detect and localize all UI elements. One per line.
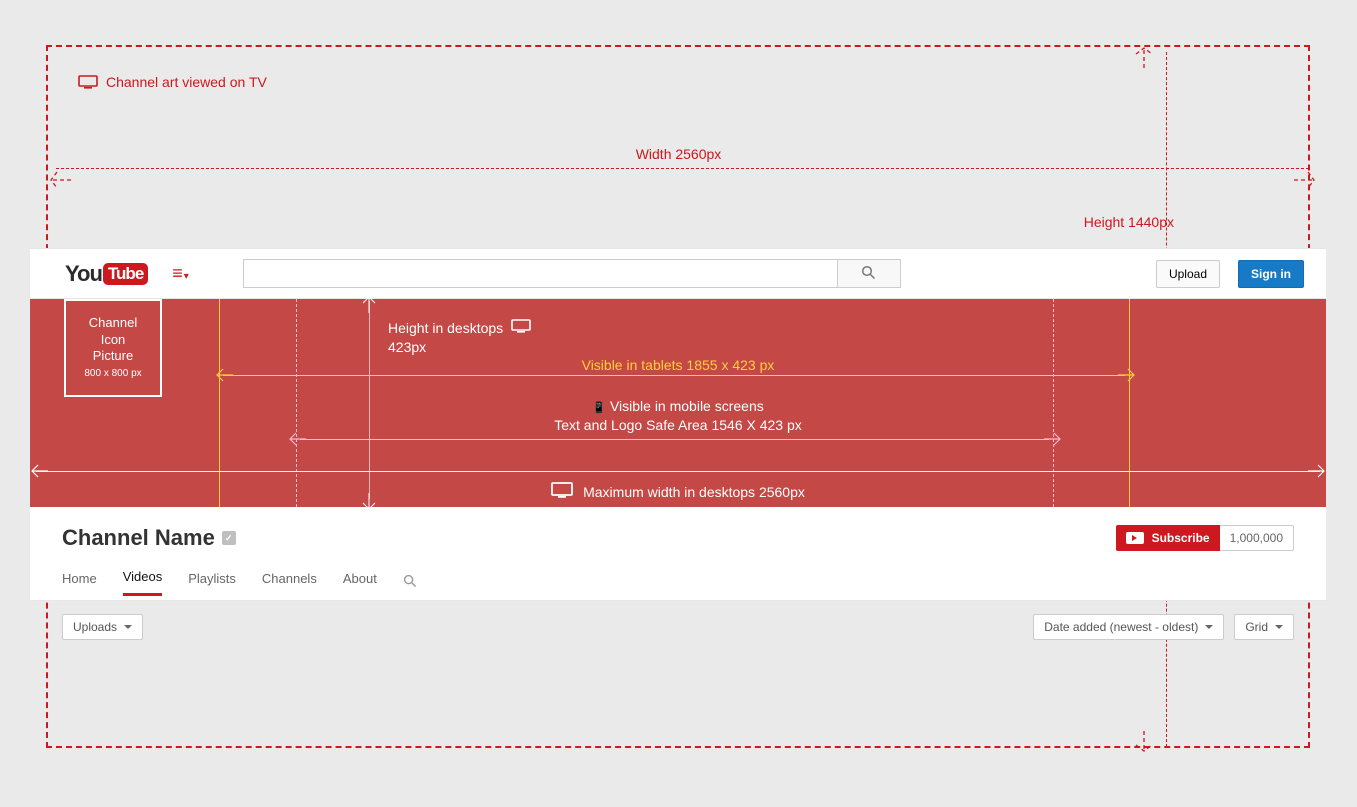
layout-dropdown[interactable]: Grid (1234, 614, 1294, 640)
tv-icon (78, 75, 98, 89)
arrow-right-icon (1292, 168, 1316, 192)
channel-icon-placeholder: Channel Icon Picture 800 x 800 px (64, 299, 162, 397)
channel-tabs: Home Videos Playlists Channels About (30, 551, 1326, 596)
search-input[interactable] (243, 259, 837, 288)
height-dimension-label: Height 1440px (1084, 214, 1174, 230)
subscriber-count: 1,000,000 (1220, 525, 1294, 551)
tab-search-icon[interactable] (403, 574, 417, 591)
mobile-safe-l2: Text and Logo Safe Area 1546 X 423 px (30, 416, 1326, 435)
signin-button[interactable]: Sign in (1238, 260, 1304, 288)
play-icon (1126, 532, 1144, 544)
search-icon (861, 265, 876, 283)
mobile-icon: 📱 (592, 402, 606, 414)
arrow-up-icon (1132, 46, 1156, 70)
arrow-right-pink-icon (1042, 429, 1062, 449)
subscribe-button[interactable]: Subscribe (1116, 525, 1220, 551)
arrow-right-yellow-icon (1116, 365, 1136, 385)
arrow-left-white-icon (30, 461, 50, 481)
caret-down-icon (1205, 625, 1213, 629)
sort-label: Date added (newest - oldest) (1044, 620, 1198, 634)
mobile-safe-l1: Visible in mobile screens (610, 398, 764, 414)
arrow-left-yellow-icon (215, 365, 235, 385)
arrow-down-icon (1132, 729, 1156, 753)
mobile-safe-label: 📱 Visible in mobile screens Text and Logo… (30, 397, 1326, 435)
search-form (243, 259, 901, 288)
tv-caption-text: Channel art viewed on TV (106, 74, 267, 90)
desktop-height-l1: Height in desktops (388, 319, 503, 338)
tab-playlists[interactable]: Playlists (188, 571, 236, 595)
subscribe-group: Subscribe 1,000,000 (1116, 525, 1294, 551)
logo-tube: Tube (103, 263, 148, 285)
caret-down-icon (1275, 625, 1283, 629)
tab-about[interactable]: About (343, 571, 377, 595)
arrow-left-pink-icon (288, 429, 308, 449)
upload-button[interactable]: Upload (1156, 260, 1220, 288)
layout-label: Grid (1245, 620, 1268, 634)
desktop-icon (551, 482, 573, 501)
guide-menu-icon[interactable]: ≡▾ (166, 263, 195, 284)
tablet-span-line (223, 375, 1125, 376)
tab-videos[interactable]: Videos (123, 569, 163, 596)
tv-caption: Channel art viewed on TV (78, 74, 267, 90)
desktop-icon (511, 319, 531, 338)
tab-home[interactable]: Home (62, 571, 97, 595)
topbar: You Tube ≡▾ Upload Sign in (30, 248, 1326, 299)
max-width-label: Maximum width in desktops 2560px (30, 482, 1326, 501)
uploads-label: Uploads (73, 620, 117, 634)
desktop-height-l2: 423px (388, 338, 531, 357)
max-width-line (36, 471, 1320, 472)
width-dimension-label: Width 2560px (0, 146, 1357, 162)
channel-art-banner: Channel Icon Picture 800 x 800 px Height… (30, 299, 1326, 507)
uploads-dropdown[interactable]: Uploads (62, 614, 143, 640)
channel-name: Channel Name (62, 525, 236, 551)
width-dimension-line (56, 168, 1309, 169)
max-width-text: Maximum width in desktops 2560px (583, 484, 805, 500)
video-filters-bar: Uploads Date added (newest - oldest) Gri… (30, 601, 1326, 653)
desktop-height-label: Height in desktops 423px (388, 319, 531, 357)
safe-span-line (300, 439, 1049, 440)
verified-icon (222, 531, 236, 545)
arrow-right-white-icon (1306, 461, 1326, 481)
channel-icon-l1: Channel (89, 315, 137, 331)
search-button[interactable] (837, 259, 901, 288)
arrow-up-small-icon (359, 295, 379, 315)
channel-header: Channel Name Subscribe 1,000,000 Home Vi… (30, 507, 1326, 601)
sort-dropdown[interactable]: Date added (newest - oldest) (1033, 614, 1224, 640)
channel-name-text: Channel Name (62, 525, 215, 551)
caret-down-icon (124, 625, 132, 629)
logo-you: You (65, 261, 102, 287)
channel-icon-l2: Icon (101, 332, 126, 348)
arrow-left-icon (49, 168, 73, 192)
subscribe-text: Subscribe (1152, 531, 1210, 545)
tab-channels[interactable]: Channels (262, 571, 317, 595)
youtube-logo[interactable]: You Tube (65, 261, 148, 287)
